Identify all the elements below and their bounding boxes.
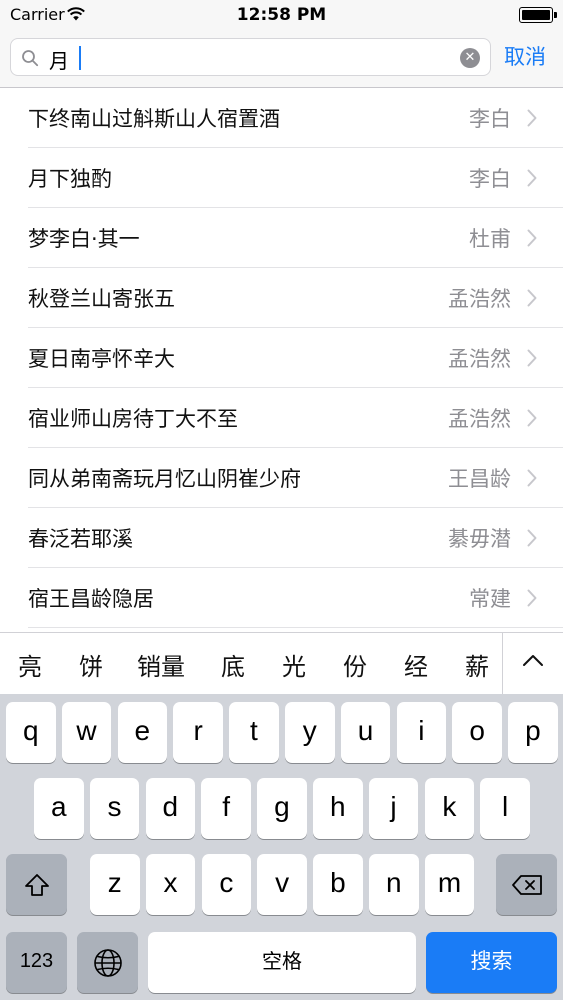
poem-title: 宿王昌龄隐居 <box>28 587 154 611</box>
result-row[interactable]: 夏日南亭怀辛大 孟浩然 <box>0 328 563 388</box>
key-i[interactable]: i <box>396 702 447 763</box>
key-d[interactable]: d <box>145 778 196 839</box>
key-o[interactable]: o <box>452 702 502 763</box>
key-f[interactable]: f <box>201 778 251 839</box>
keyboard: 123 空格 搜索 qwertyuiop asdfghjkl zxcvbnm <box>0 694 563 1000</box>
candidate-word[interactable]: 份 <box>343 647 367 682</box>
key-g[interactable]: g <box>257 778 307 839</box>
poem-author: 孟浩然 <box>448 407 511 431</box>
candidate-word[interactable]: 薪 <box>465 647 489 682</box>
search-icon <box>22 50 39 67</box>
poem-author: 李白 <box>469 107 511 131</box>
poem-author: 孟浩然 <box>448 287 511 311</box>
key-p[interactable]: p <box>508 702 558 763</box>
candidate-word[interactable]: 亮 <box>18 647 42 682</box>
key-a[interactable]: a <box>34 778 84 839</box>
poem-title: 月下独酌 <box>28 167 112 191</box>
key-b[interactable]: b <box>313 854 363 915</box>
key-r[interactable]: r <box>173 702 223 763</box>
chevron-up-icon <box>523 655 543 666</box>
key-h[interactable]: h <box>313 778 363 839</box>
chevron-right-icon <box>527 289 537 307</box>
chevron-right-icon <box>527 109 537 127</box>
result-row[interactable]: 春泛若耶溪 綦毋潜 <box>0 508 563 568</box>
result-row[interactable]: 秋登兰山寄张五 孟浩然 <box>0 268 563 328</box>
key-k[interactable]: k <box>424 778 475 839</box>
battery-icon <box>519 7 557 23</box>
key-e[interactable]: e <box>117 702 168 763</box>
key-y[interactable]: y <box>285 702 335 763</box>
battery-level <box>522 10 550 20</box>
poem-author: 常建 <box>469 587 511 611</box>
search-input[interactable]: 月 ✕ <box>10 38 491 76</box>
key-n[interactable]: n <box>369 854 419 915</box>
result-row[interactable]: 梦李白·其一 杜甫 <box>0 208 563 268</box>
poem-author: 王昌龄 <box>448 467 511 491</box>
key-j[interactable]: j <box>368 778 419 839</box>
search-bar: 月 ✕ 取消 <box>0 30 563 88</box>
delete-key[interactable] <box>496 854 557 915</box>
chevron-right-icon <box>527 229 537 247</box>
key-z[interactable]: z <box>90 854 140 915</box>
poem-title: 夏日南亭怀辛大 <box>28 347 175 371</box>
result-row[interactable]: 同从弟南斋玩月忆山阴崔少府 王昌龄 <box>0 448 563 508</box>
key-l[interactable]: l <box>480 778 530 839</box>
status-bar: Carrier 12:58 PM <box>0 0 563 30</box>
expand-candidates-button[interactable] <box>502 633 563 694</box>
candidate-word[interactable]: 饼 <box>79 647 103 682</box>
poem-author: 孟浩然 <box>448 347 511 371</box>
result-row[interactable]: 宿业师山房待丁大不至 孟浩然 <box>0 388 563 448</box>
shift-key[interactable] <box>6 854 67 915</box>
chevron-right-icon <box>527 589 537 607</box>
poem-title: 梦李白·其一 <box>28 227 140 251</box>
poem-title: 宿业师山房待丁大不至 <box>28 407 238 431</box>
poem-title: 秋登兰山寄张五 <box>28 287 175 311</box>
chevron-right-icon <box>527 529 537 547</box>
key-u[interactable]: u <box>340 702 391 763</box>
cancel-button[interactable]: 取消 <box>504 41 546 71</box>
backspace-icon <box>511 874 542 895</box>
key-c[interactable]: c <box>201 854 252 915</box>
poem-author: 李白 <box>469 167 511 191</box>
shift-icon <box>24 873 49 896</box>
candidate-word[interactable]: 底 <box>221 647 245 682</box>
key-q[interactable]: q <box>6 702 56 763</box>
numbers-key[interactable]: 123 <box>6 932 67 993</box>
search-query: 月 <box>49 49 69 73</box>
candidate-bar: 亮 饼销量 底 光 份 经 薪 <box>0 632 563 694</box>
key-m[interactable]: m <box>424 854 475 915</box>
chevron-right-icon <box>527 169 537 187</box>
text-caret <box>79 46 81 70</box>
key-t[interactable]: t <box>229 702 279 763</box>
poem-author: 杜甫 <box>469 227 511 251</box>
key-s[interactable]: s <box>89 778 140 839</box>
key-v[interactable]: v <box>257 854 307 915</box>
poem-title: 下终南山过斛斯山人宿置酒 <box>28 107 280 131</box>
poem-title: 同从弟南斋玩月忆山阴崔少府 <box>28 467 301 491</box>
candidate-word[interactable]: 光 <box>282 647 306 682</box>
space-key[interactable]: 空格 <box>148 932 416 993</box>
globe-icon <box>93 948 122 977</box>
candidate-word[interactable]: 销量 <box>137 647 185 682</box>
poem-author: 綦毋潜 <box>448 527 511 551</box>
status-time: 12:58 PM <box>236 5 327 25</box>
chevron-right-icon <box>527 349 537 367</box>
key-w[interactable]: w <box>61 702 112 763</box>
result-row[interactable]: 下终南山过斛斯山人宿置酒 李白 <box>0 88 563 148</box>
candidate-word[interactable]: 经 <box>404 647 428 682</box>
search-key[interactable]: 搜索 <box>426 932 557 993</box>
result-row[interactable]: 宿王昌龄隐居 常建 <box>0 568 563 628</box>
chevron-right-icon <box>527 409 537 427</box>
results-list: 下终南山过斛斯山人宿置酒 李白 月下独酌 李白 梦李白·其一 杜甫 秋登兰山寄张五 孟浩然 夏日… <box>0 88 563 628</box>
result-row[interactable]: 月下独酌 李白 <box>0 148 563 208</box>
globe-key[interactable] <box>77 932 138 993</box>
key-x[interactable]: x <box>145 854 196 915</box>
poem-title: 春泛若耶溪 <box>28 527 133 551</box>
chevron-right-icon <box>527 469 537 487</box>
clear-icon[interactable]: ✕ <box>460 48 480 68</box>
